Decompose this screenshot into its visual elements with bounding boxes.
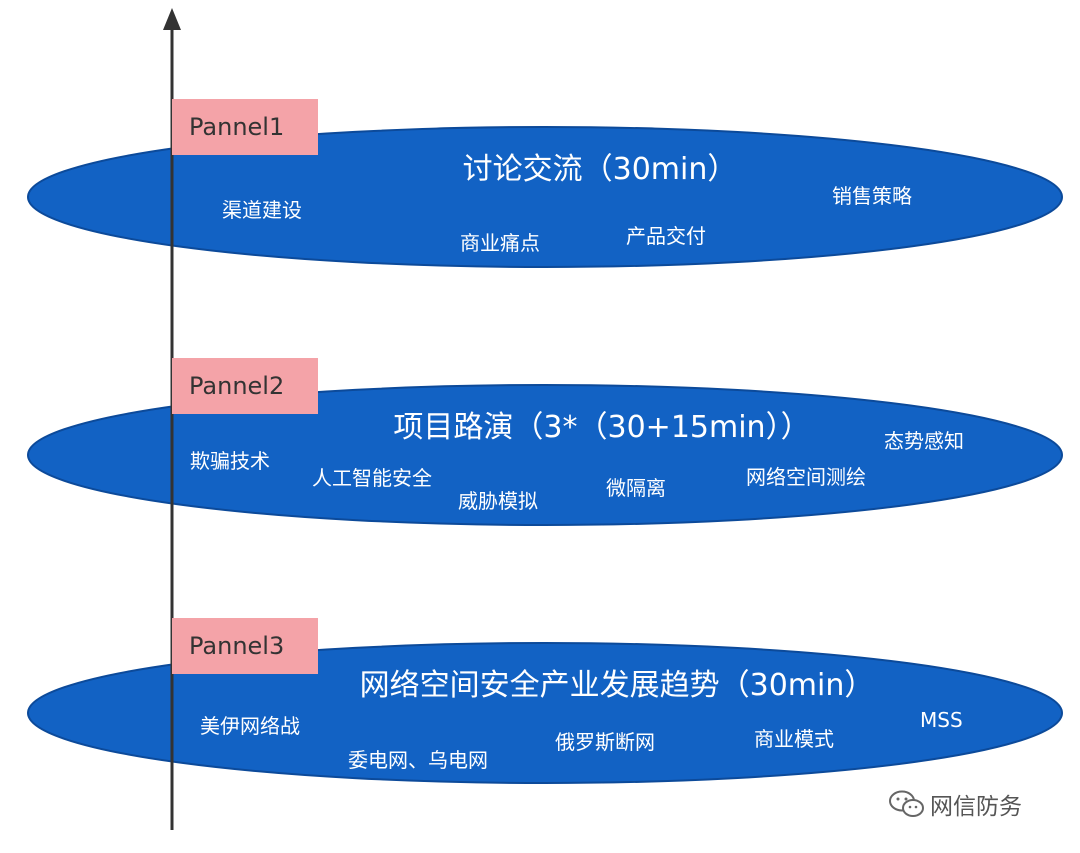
panel3-label: Pannel1: [172, 99, 318, 155]
panel2-label: Pannel2: [172, 358, 318, 414]
panel1-topic: 商业模式: [754, 727, 834, 751]
panel2-topic: 威胁模拟: [458, 489, 538, 513]
panel3-topic: 产品交付: [626, 224, 706, 248]
panel2-title: 项目路演（3*（30+15min））: [393, 410, 811, 445]
panel1-title: 网络空间安全产业发展趋势（30min）: [359, 668, 875, 703]
panel1-topic: MSS: [920, 708, 963, 732]
panel3-topic: 销售策略: [832, 184, 912, 208]
watermark: 网信防务: [888, 787, 1022, 821]
panel1-topic: 委电网、乌电网: [348, 748, 488, 772]
watermark-text: 网信防务: [930, 794, 1022, 820]
panel1-topic: 俄罗斯断网: [555, 730, 655, 754]
panel2-topic: 态势感知: [884, 429, 964, 453]
wechat-icon: [889, 790, 924, 817]
panel3-title: 讨论交流（30min）: [462, 152, 738, 187]
panel2-topic: 微隔离: [606, 476, 666, 500]
panel1-label: Pannel3: [172, 618, 318, 674]
panel2-topic: 人工智能安全: [312, 466, 432, 490]
panel2-topic: 欺骗技术: [190, 449, 270, 473]
panel3-topic: 渠道建设: [222, 198, 302, 222]
panel2-topic: 网络空间测绘: [746, 465, 866, 489]
axis-arrowhead: [163, 8, 181, 30]
panel1-topic: 美伊网络战: [200, 714, 300, 738]
panel3-topic: 商业痛点: [460, 231, 540, 255]
